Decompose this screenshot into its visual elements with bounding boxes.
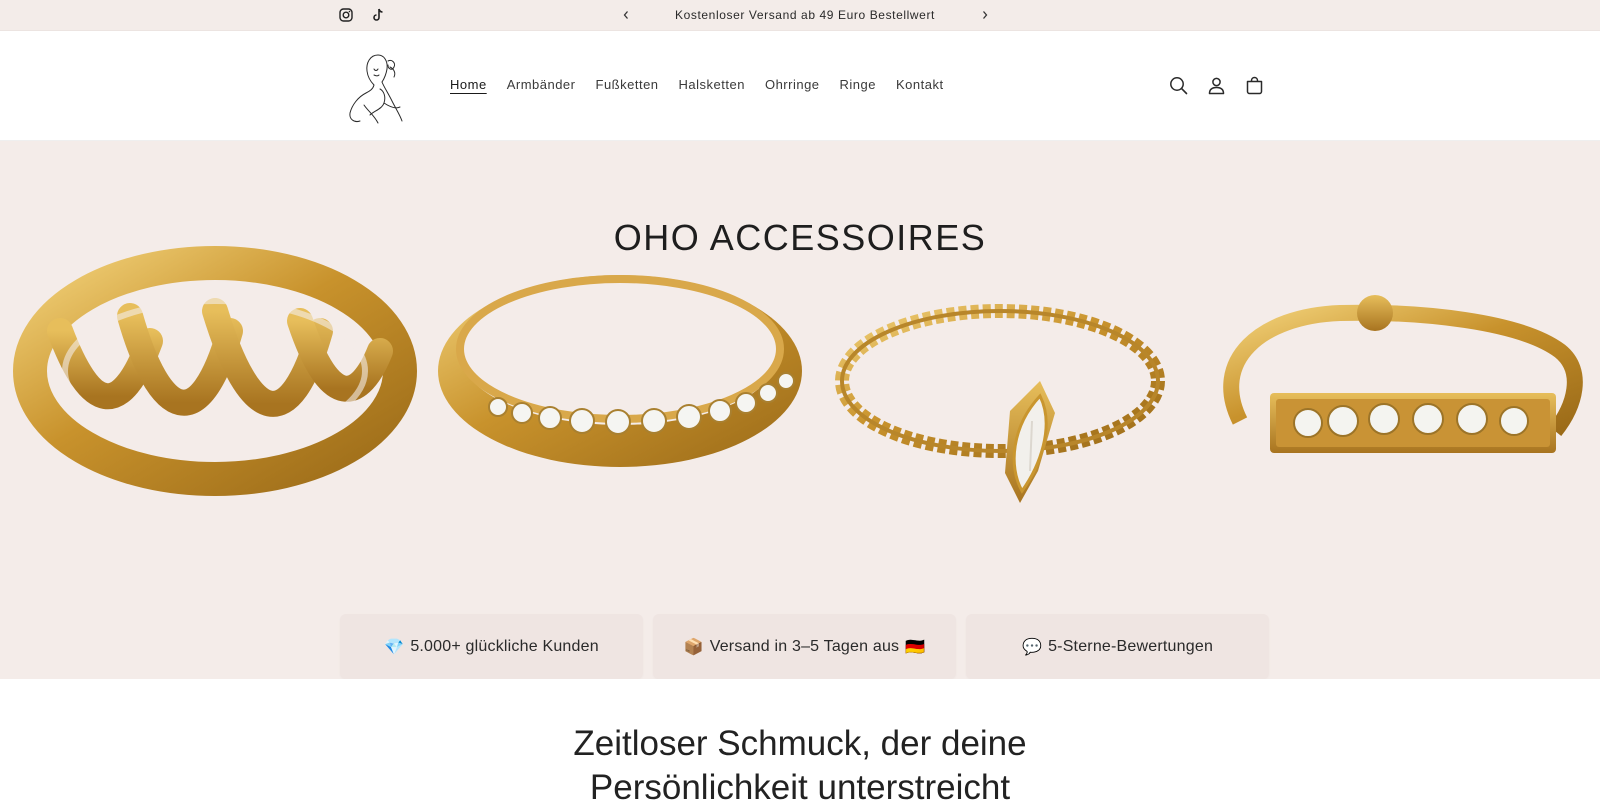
tiktok-icon[interactable] xyxy=(370,7,386,23)
trust-badge-reviews: 💬 5-Sterne-Bewertungen xyxy=(966,614,1269,679)
hero-rings-image xyxy=(13,246,1583,503)
hero-banner: OHO ACCESSOIRES 💎 5.000+ glückliche Kund… xyxy=(0,141,1600,679)
bar-ring xyxy=(1223,295,1583,453)
trust-badge-shipping: 📦 Versand in 3–5 Tagen aus 🇩🇪 xyxy=(653,614,956,679)
account-icon[interactable] xyxy=(1206,75,1227,96)
eternity-band-ring xyxy=(438,275,802,467)
trust-badge-text: 5-Sterne-Bewertungen xyxy=(1048,637,1214,655)
trust-badge-text: 5.000+ glückliche Kunden xyxy=(410,637,599,655)
cart-icon[interactable] xyxy=(1244,75,1265,96)
hero-title: OHO ACCESSOIRES xyxy=(613,217,987,258)
announcement-bar: Kostenloser Versand ab 49 Euro Bestellwe… xyxy=(0,0,1600,31)
header-icons xyxy=(1168,75,1265,96)
package-icon: 📦 xyxy=(683,638,704,656)
chevron-right-icon xyxy=(983,11,988,19)
site-header: Home Armbänder Fußketten Halsketten Ohrr… xyxy=(0,31,1600,141)
marquise-twist-ring xyxy=(835,304,1165,503)
section-heading-line1: Zeitloser Schmuck, der deine xyxy=(573,724,1027,763)
trust-badge-text: Versand in 3–5 Tagen aus xyxy=(709,637,900,655)
speech-bubble-icon: 💬 xyxy=(1021,638,1043,656)
section-heading-line2: Persönlichkeit unterstreicht xyxy=(589,768,1011,807)
gem-icon: 💎 xyxy=(384,638,405,656)
main-nav: Home Armbänder Fußketten Halsketten Ohrr… xyxy=(450,77,964,92)
nav-ohrringe[interactable]: Ohrringe xyxy=(765,77,820,92)
instagram-icon[interactable] xyxy=(338,7,354,23)
social-links xyxy=(338,7,386,23)
nav-fussketten[interactable]: Fußketten xyxy=(596,77,659,92)
nav-armbaender[interactable]: Armbänder xyxy=(507,77,576,92)
trust-badge-customers: 💎 5.000+ glückliche Kunden xyxy=(340,614,643,679)
nav-halsketten[interactable]: Halsketten xyxy=(679,77,745,92)
germany-flag-icon: 🇩🇪 xyxy=(905,638,926,656)
section-heading: Zeitloser Schmuck, der deine Persönlichk… xyxy=(0,722,1600,809)
chain-ring xyxy=(13,246,417,496)
chevron-left-icon xyxy=(623,11,628,19)
announcement-next-button[interactable] xyxy=(976,6,994,24)
brand-logo[interactable] xyxy=(344,49,416,127)
nav-ringe[interactable]: Ringe xyxy=(840,77,876,92)
search-icon[interactable] xyxy=(1168,75,1189,96)
nav-home[interactable]: Home xyxy=(450,77,487,92)
nav-kontakt[interactable]: Kontakt xyxy=(896,77,944,92)
announcement-text: Kostenloser Versand ab 49 Euro Bestellwe… xyxy=(674,8,935,22)
trust-badges: 💎 5.000+ glückliche Kunden 📦 Versand in … xyxy=(340,614,1269,679)
